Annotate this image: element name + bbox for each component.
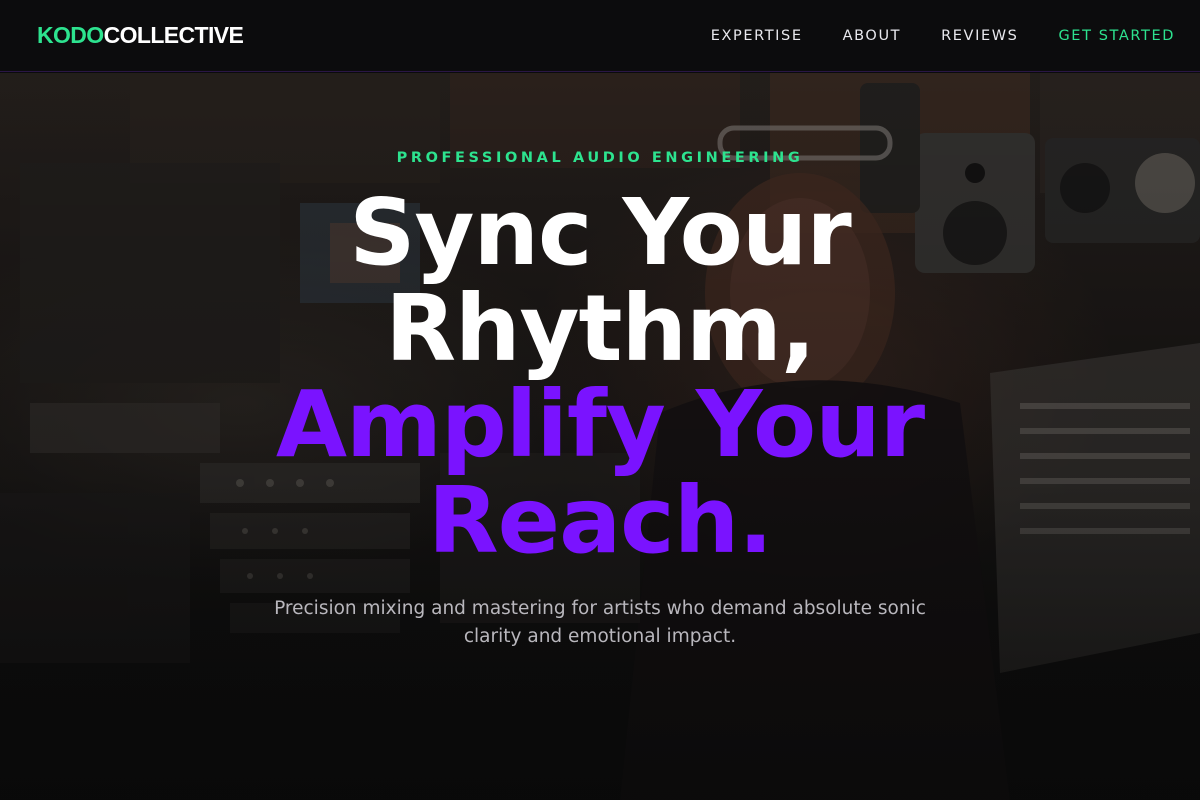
headline-line-4: Reach. <box>427 467 773 574</box>
main-nav: EXPERTISE ABOUT REVIEWS GET STARTED <box>671 28 1175 44</box>
nav-link-expertise[interactable]: EXPERTISE <box>711 28 803 44</box>
logo-text: COLLECTIVE <box>103 22 244 48</box>
nav-link-about[interactable]: ABOUT <box>843 28 902 44</box>
hero-section: PROFESSIONAL AUDIO ENGINEERING Sync Your… <box>0 73 1200 800</box>
logo-accent-text: KODO <box>37 22 104 48</box>
hero-headline: Sync Your Rhythm, Amplify Your Reach. <box>0 185 1200 569</box>
headline-line-3: Amplify Your <box>275 371 925 478</box>
hero-eyebrow: PROFESSIONAL AUDIO ENGINEERING <box>396 150 804 166</box>
hero-subtext: Precision mixing and mastering for artis… <box>274 598 926 647</box>
site-header: KODO COLLECTIVE EXPERTISE ABOUT REVIEWS G… <box>0 0 1200 72</box>
nav-link-get-started[interactable]: GET STARTED <box>1058 28 1175 44</box>
headline-line-1: Sync Your <box>349 179 852 286</box>
headline-line-2: Rhythm, <box>385 275 816 382</box>
logo[interactable]: KODO COLLECTIVE <box>37 22 244 49</box>
nav-link-reviews[interactable]: REVIEWS <box>941 28 1018 44</box>
